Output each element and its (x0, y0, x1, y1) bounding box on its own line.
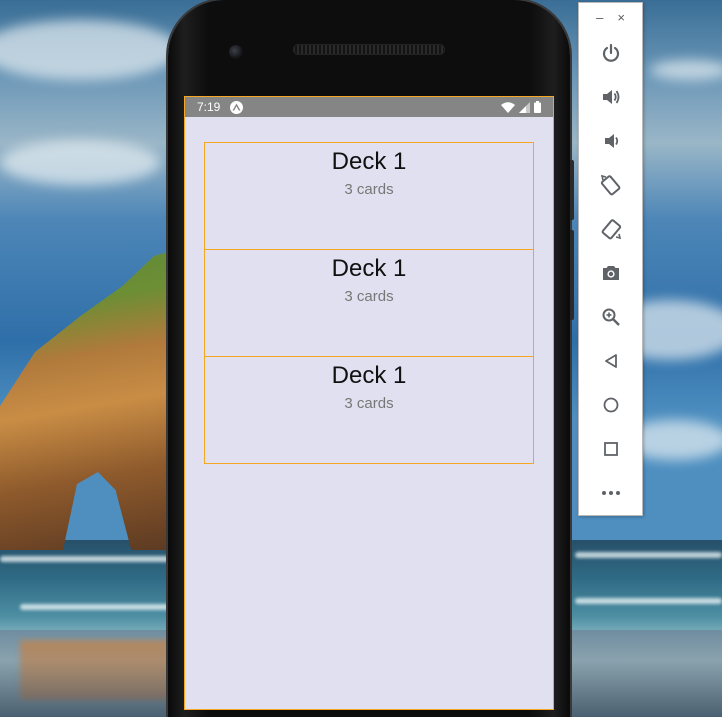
deck-card[interactable]: Deck 1 3 cards (204, 356, 534, 464)
rotate-right-button[interactable] (579, 207, 642, 251)
volume-down-button[interactable] (579, 119, 642, 163)
rotate-left-button[interactable] (579, 163, 642, 207)
deck-card[interactable]: Deck 1 3 cards (204, 142, 534, 250)
close-button[interactable]: × (617, 10, 625, 25)
deck-title: Deck 1 (331, 362, 407, 389)
power-icon (602, 43, 619, 62)
overview-button[interactable] (579, 427, 642, 471)
minimize-button[interactable]: – (596, 10, 603, 25)
back-icon (604, 354, 617, 368)
screenshot-button[interactable] (579, 251, 642, 295)
cell-signal-icon (519, 101, 530, 113)
more-icon (601, 491, 620, 495)
emulator-toolbar: – × (578, 2, 643, 516)
zoom-button[interactable] (579, 295, 642, 339)
volume-up-button[interactable] (579, 75, 642, 119)
volume-down-icon (604, 134, 618, 148)
battery-icon (534, 101, 541, 113)
earpiece-speaker (293, 44, 445, 55)
expo-icon (230, 100, 244, 114)
deck-card-count: 3 cards (344, 395, 394, 412)
side-button (570, 160, 574, 220)
camera-icon (602, 266, 619, 280)
more-button[interactable] (579, 471, 642, 515)
back-button[interactable] (579, 339, 642, 383)
deck-list: Deck 1 3 cards Deck 1 3 cards Deck 1 3 c… (204, 142, 534, 464)
wifi-icon (501, 101, 515, 113)
home-icon (603, 397, 618, 413)
overview-icon (603, 442, 618, 456)
side-button (570, 230, 574, 320)
deck-card-count: 3 cards (344, 181, 394, 198)
rotate-left-icon (600, 174, 620, 196)
volume-up-icon (602, 90, 619, 104)
rotate-right-icon (601, 219, 621, 240)
status-bar: 7:19 (185, 97, 553, 117)
zoom-icon (602, 308, 620, 326)
phone-screen: 7:19 Deck 1 3 cards Deck 1 3 cards Deck … (184, 96, 554, 710)
home-button[interactable] (579, 383, 642, 427)
power-button[interactable] (579, 31, 642, 75)
deck-title: Deck 1 (331, 148, 407, 175)
status-time: 7:19 (197, 100, 221, 114)
front-camera (229, 45, 243, 59)
deck-card-count: 3 cards (344, 288, 394, 305)
window-controls: – × (579, 3, 642, 31)
deck-title: Deck 1 (331, 255, 407, 282)
deck-card[interactable]: Deck 1 3 cards (204, 249, 534, 357)
